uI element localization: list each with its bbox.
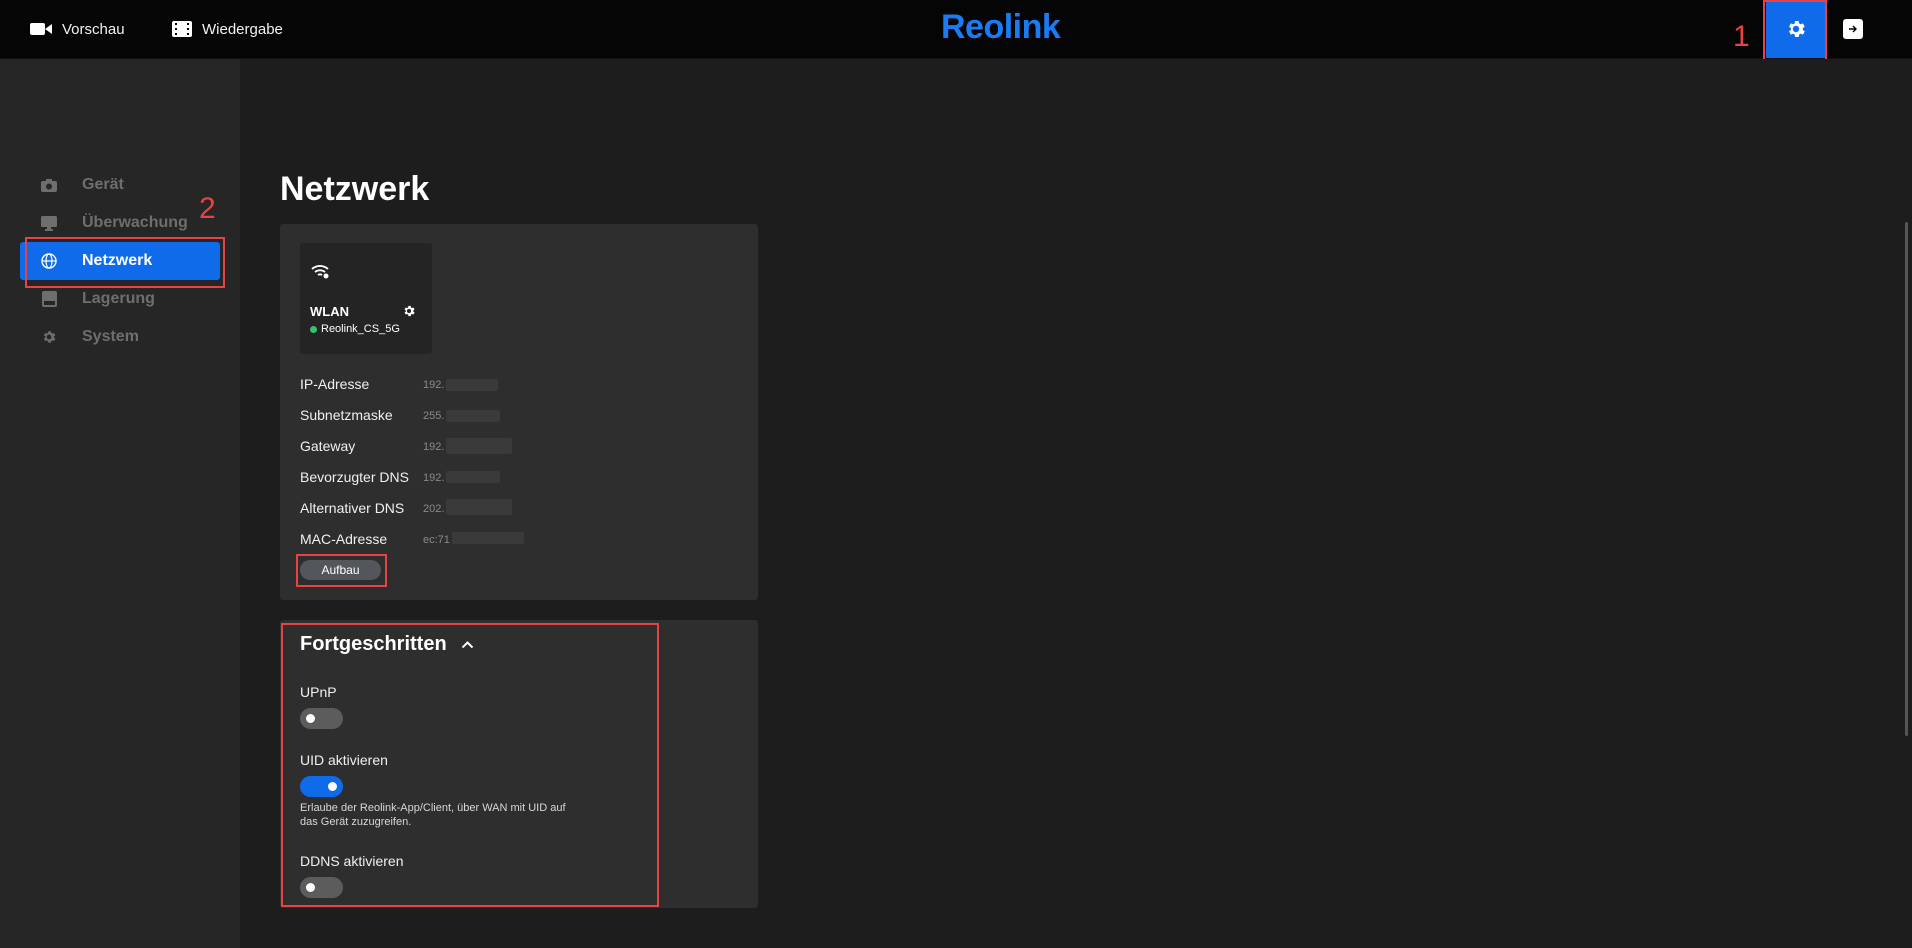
annotation-number-2: 2: [199, 192, 216, 225]
chevron-up-icon: [461, 641, 473, 649]
preview-nav-button[interactable]: Vorschau: [30, 18, 125, 40]
page-title: Netzwerk: [280, 170, 430, 208]
monitor-icon: [40, 214, 58, 232]
preview-label: Vorschau: [62, 20, 125, 38]
subnet-mask-value: 255.: [423, 410, 445, 422]
redaction-blur: [446, 410, 500, 422]
scrollbar[interactable]: [1905, 222, 1908, 736]
ddns-label: DDNS aktivieren: [300, 853, 404, 869]
wlan-tile[interactable]: WLAN Reolink_CS_5G: [300, 243, 432, 354]
subnet-mask-label: Subnetzmaske: [300, 407, 393, 423]
globe-icon: [40, 252, 58, 270]
uid-label: UID aktivieren: [300, 752, 388, 768]
ddns-toggle[interactable]: [300, 877, 343, 898]
playback-label: Wiedergabe: [202, 20, 283, 38]
top-bar: Vorschau Wiedergabe Reolink: [0, 0, 1912, 59]
mac-address-value: ec:71: [423, 534, 450, 546]
sidebar-item-label: Gerät: [82, 176, 124, 193]
sidebar-item-device[interactable]: Gerät: [20, 166, 220, 204]
video-camera-icon: [30, 23, 52, 35]
sidebar-item-system[interactable]: System: [20, 318, 220, 356]
gear-icon: [40, 328, 58, 346]
uid-toggle[interactable]: [300, 776, 343, 797]
preferred-dns-label: Bevorzugter DNS: [300, 469, 409, 485]
advanced-title: Fortgeschritten: [300, 633, 447, 655]
redaction-blur: [452, 532, 524, 544]
settings-button[interactable]: [1766, 0, 1826, 58]
sidebar-item-label: Überwachung: [82, 214, 188, 231]
logout-icon: [1849, 25, 1857, 33]
wifi-icon: [311, 265, 329, 279]
sidebar-item-label: Lagerung: [82, 290, 155, 307]
wlan-ssid: Reolink_CS_5G: [321, 323, 400, 335]
sidebar-item-monitoring[interactable]: Überwachung: [20, 204, 220, 242]
sidebar-item-network[interactable]: Netzwerk: [20, 242, 220, 280]
status-dot: [310, 325, 317, 333]
redaction-blur: [446, 499, 512, 515]
ip-address-value: 192.: [423, 379, 445, 391]
playback-nav-button[interactable]: Wiedergabe: [172, 18, 283, 40]
camera-icon: [40, 176, 58, 194]
sidebar-item-label: System: [82, 328, 139, 345]
ip-address-label: IP-Adresse: [300, 376, 370, 392]
reolink-logo: Reolink: [941, 8, 1061, 46]
gear-icon: [1789, 21, 1805, 37]
alternate-dns-value: 202.: [423, 503, 445, 515]
mac-address-label: MAC-Adresse: [300, 531, 388, 547]
upnp-toggle[interactable]: [300, 708, 343, 729]
storage-icon: [40, 290, 58, 308]
upnp-label: UPnP: [300, 684, 337, 700]
setup-button[interactable]: Aufbau: [300, 560, 381, 580]
alternate-dns-label: Alternativer DNS: [300, 500, 405, 516]
redaction-blur: [446, 438, 512, 454]
sidebar-item-label: Netzwerk: [82, 252, 153, 269]
film-icon: [172, 21, 192, 37]
gateway-label: Gateway: [300, 438, 356, 454]
uid-description: Erlaube der Reolink-App/Client, über WAN…: [300, 802, 566, 828]
preferred-dns-value: 192.: [423, 472, 445, 484]
wlan-name: WLAN: [310, 304, 349, 319]
redaction-blur: [446, 471, 500, 483]
advanced-section-header[interactable]: Fortgeschritten: [300, 633, 474, 656]
gateway-value: 192.: [423, 441, 445, 453]
logout-button[interactable]: [1843, 19, 1863, 39]
gear-icon[interactable]: [402, 304, 416, 318]
sidebar-item-storage[interactable]: Lagerung: [20, 280, 220, 318]
redaction-blur: [446, 379, 498, 391]
annotation-number-1: 1: [1733, 20, 1750, 53]
